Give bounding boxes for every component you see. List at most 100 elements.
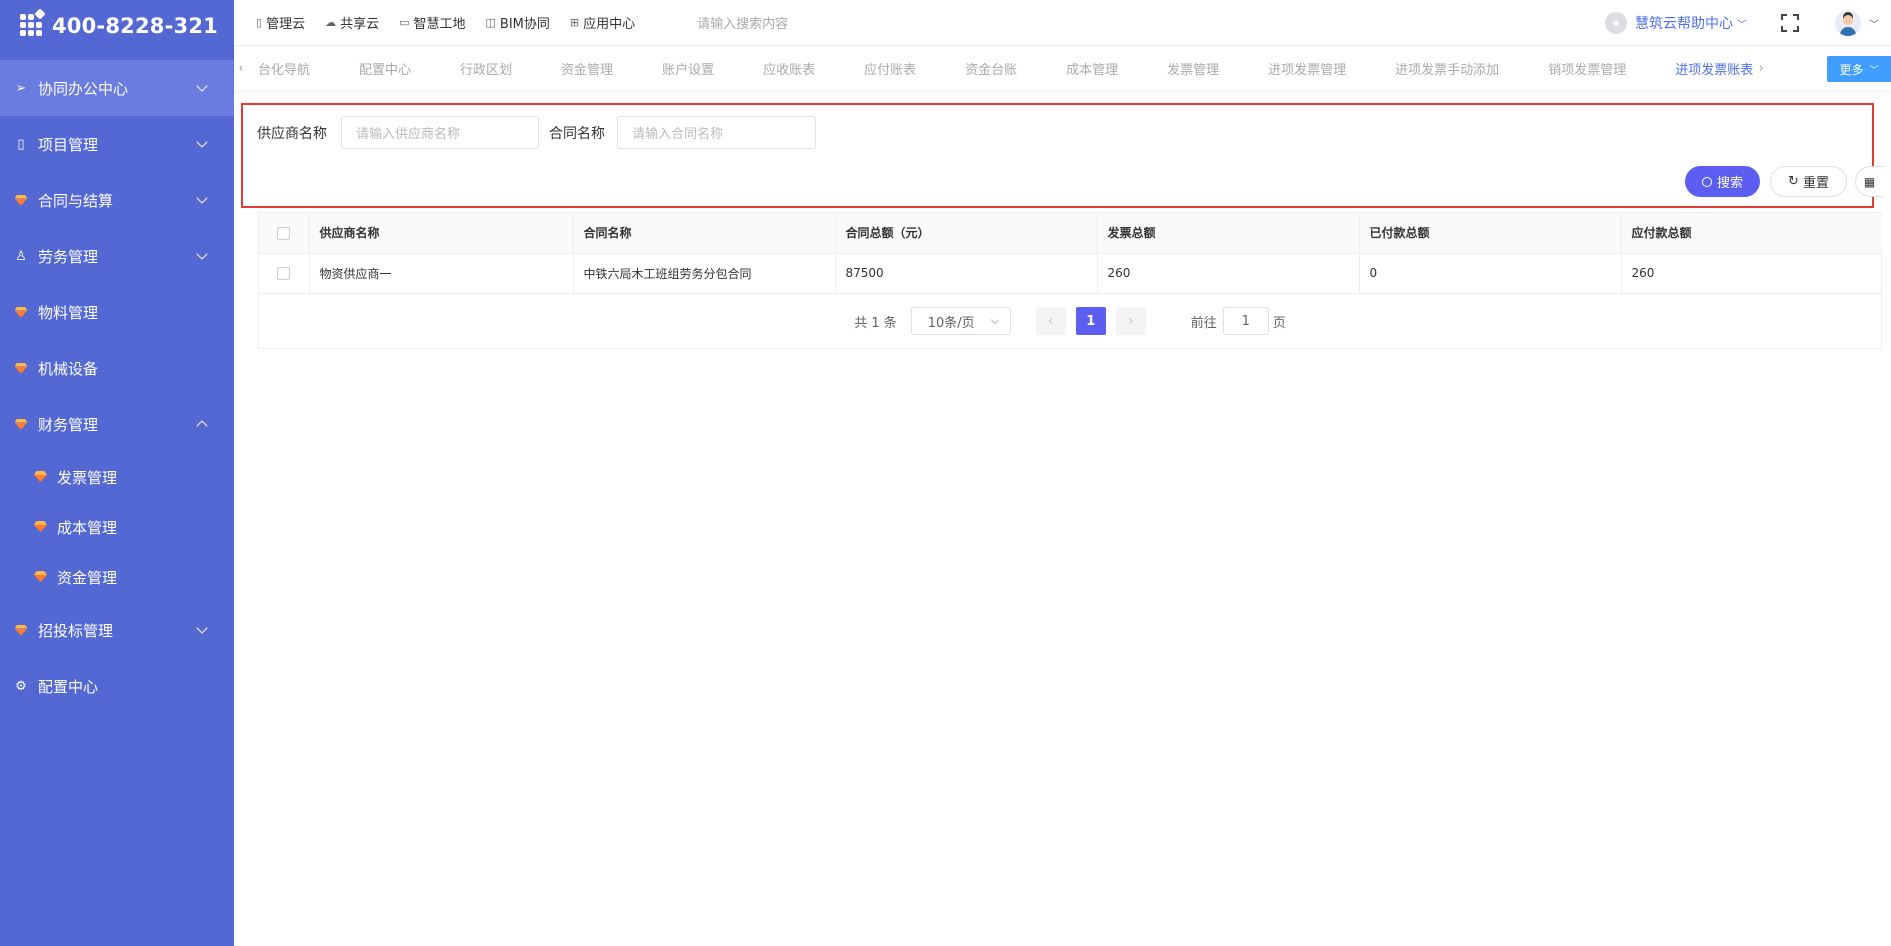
fullscreen-icon[interactable]	[1781, 14, 1799, 32]
column-header[interactable]: 应付款总额	[1621, 213, 1883, 254]
top-link-label: 应用中心	[583, 17, 636, 32]
tab-item[interactable]: 发票管理	[1167, 59, 1219, 78]
sidebar-item-label: 项目管理	[38, 135, 99, 154]
tab-item[interactable]: 资金管理	[561, 59, 613, 78]
top-link-app-center[interactable]: ⊞ 应用中心	[570, 13, 635, 32]
more-label: 更多	[1839, 62, 1864, 77]
sidebar-subitem-invoice[interactable]: 发票管理	[0, 452, 234, 502]
top-link-management-cloud[interactable]: ▯ 管理云	[256, 13, 305, 32]
grid-icon: ▦	[1863, 174, 1876, 189]
cube-icon: ◫	[485, 16, 496, 29]
global-search-input[interactable]: 请输入搜索内容	[697, 13, 897, 32]
gem-icon	[34, 518, 47, 536]
page-size-select[interactable]: 10条/页	[910, 307, 1011, 335]
reset-button-label: 重置	[1802, 176, 1829, 191]
tab-item[interactable]: 进项发票手动添加	[1395, 59, 1499, 78]
column-header[interactable]: 已付款总额	[1359, 213, 1622, 254]
sidebar-item-machinery[interactable]: 机械设备	[0, 340, 234, 396]
tab-item[interactable]: 进项发票管理	[1268, 59, 1346, 78]
logo-icon	[18, 8, 50, 42]
reset-button[interactable]: ↻ 重置	[1770, 166, 1847, 197]
book-icon: ▯	[17, 136, 25, 152]
sidebar-item-bidding[interactable]: 招投标管理	[0, 602, 234, 658]
help-center-link[interactable]: ★ 慧筑云帮助中心 ﹀	[1605, 12, 1747, 34]
top-bar: ▯ 管理云 ☁ 共享云 ▭ 智慧工地 ◫ BIM协同 ⊞ 应用中心 请输入搜索内…	[234, 0, 1891, 46]
sidebar-item-finance[interactable]: 财务管理	[0, 396, 234, 452]
pagination: 共 1 条 10条/页 ‹ 1 › 前往 1 页	[258, 306, 1882, 336]
column-header[interactable]: 合同名称	[573, 213, 836, 254]
chevron-down-icon	[196, 248, 208, 260]
column-header[interactable]: 合同总额（元）	[835, 213, 1098, 254]
tab-item[interactable]: 账户设置	[662, 59, 714, 78]
gear-icon: ⚙	[15, 678, 27, 694]
paid-total-cell: 0	[1359, 253, 1622, 294]
gem-icon	[14, 305, 28, 319]
sidebar-item-label: 配置中心	[38, 677, 99, 696]
tab-item[interactable]: 台化导航	[258, 59, 310, 78]
sidebar-item-project[interactable]: ▯ 项目管理	[0, 116, 234, 172]
row-checkbox[interactable]	[277, 267, 291, 280]
chevron-up-icon	[196, 420, 208, 432]
tab-item[interactable]: 应收账表	[763, 59, 815, 78]
sidebar-item-labor[interactable]: ♙ 劳务管理	[0, 228, 234, 284]
tab-item[interactable]: 行政区划	[460, 59, 512, 78]
columns-toggle-button[interactable]: ▦	[1855, 166, 1883, 197]
top-link-label: BIM协同	[499, 17, 550, 32]
sidebar-subitem-funds[interactable]: 资金管理	[0, 552, 234, 602]
sidebar-item-contract[interactable]: 合同与结算	[0, 172, 234, 228]
table-header-row: 供应商名称 合同名称 合同总额（元） 发票总额 已付款总额 应付款总额	[259, 213, 1883, 254]
column-header[interactable]: 供应商名称	[309, 213, 574, 254]
gem-icon	[14, 361, 28, 375]
gem-icon	[14, 417, 28, 431]
tab-item[interactable]: 资金台账	[965, 59, 1017, 78]
chevron-down-icon[interactable]: ﹀	[1869, 16, 1879, 31]
top-link-smart-site[interactable]: ▭ 智慧工地	[399, 13, 465, 32]
sidebar-item-label: 合同与结算	[38, 191, 114, 210]
chevron-down-icon	[196, 622, 208, 634]
column-header[interactable]: 发票总额	[1097, 213, 1360, 254]
help-center-label: 慧筑云帮助中心	[1635, 16, 1733, 32]
select-all-cell	[259, 213, 310, 254]
app-phone: 400-8228-321	[52, 14, 218, 38]
supplier-name-input[interactable]: 请输入供应商名称	[341, 116, 539, 149]
contract-name-input[interactable]: 请输入合同名称	[617, 116, 816, 149]
tab-item[interactable]: 配置中心	[359, 59, 411, 78]
next-page-button[interactable]: ›	[1115, 307, 1146, 335]
sidebar-subitem-label: 发票管理	[57, 468, 118, 487]
table-row[interactable]: 物资供应商一 中铁六局木工班组劳务分包合同 87500 260 0 260	[259, 253, 1883, 294]
gem-icon	[14, 623, 28, 637]
page-number-button[interactable]: 1	[1075, 307, 1106, 335]
chevron-down-icon	[196, 80, 208, 92]
tab-item[interactable]: 成本管理	[1066, 59, 1118, 78]
search-button-label: 搜索	[1716, 176, 1743, 191]
help-badge-icon: ★	[1605, 12, 1627, 34]
goto-page-input[interactable]: 1	[1222, 307, 1269, 335]
sidebar-item-label: 招投标管理	[38, 621, 114, 640]
sidebar-subitem-cost[interactable]: 成本管理	[0, 502, 234, 552]
send-icon: ➢	[15, 80, 27, 96]
more-tabs-button[interactable]: 更多 ﹀	[1827, 56, 1891, 82]
tab-item[interactable]: 销项发票管理	[1548, 59, 1626, 78]
top-link-bim[interactable]: ◫ BIM协同	[486, 13, 550, 32]
avatar[interactable]	[1835, 10, 1861, 36]
sidebar-item-office-center[interactable]: ➢ 协同办公中心	[0, 60, 234, 116]
prev-page-button[interactable]: ‹	[1035, 307, 1066, 335]
sidebar-item-material[interactable]: 物料管理	[0, 284, 234, 340]
invoice-total-cell: 260	[1097, 253, 1360, 294]
search-button[interactable]: 搜索	[1685, 166, 1760, 197]
search-icon	[1701, 176, 1712, 187]
row-select-cell	[259, 253, 310, 294]
sidebar-subitem-label: 资金管理	[57, 568, 118, 587]
tab-item[interactable]: 应付账表	[864, 59, 916, 78]
sidebar-item-config[interactable]: ⚙ 配置中心	[0, 658, 234, 714]
sidebar-item-label: 财务管理	[38, 415, 99, 434]
gem-icon	[14, 193, 28, 207]
tab-list: 台化导航 配置中心 行政区划 资金管理 账户设置 应收账表 应付账表 资金台账 成本管理 发票管理…	[248, 59, 1802, 78]
chevron-left-icon[interactable]: ‹	[234, 61, 248, 75]
chevron-right-icon[interactable]: ›	[1754, 61, 1768, 75]
top-link-shared-cloud[interactable]: ☁ 共享云	[325, 13, 379, 32]
select-all-checkbox[interactable]	[277, 226, 291, 240]
logo[interactable]: 400-8228-321	[0, 0, 234, 52]
page-unit-label: 页	[1272, 315, 1286, 331]
tab-item[interactable]: 进项发票账表	[1675, 59, 1753, 78]
